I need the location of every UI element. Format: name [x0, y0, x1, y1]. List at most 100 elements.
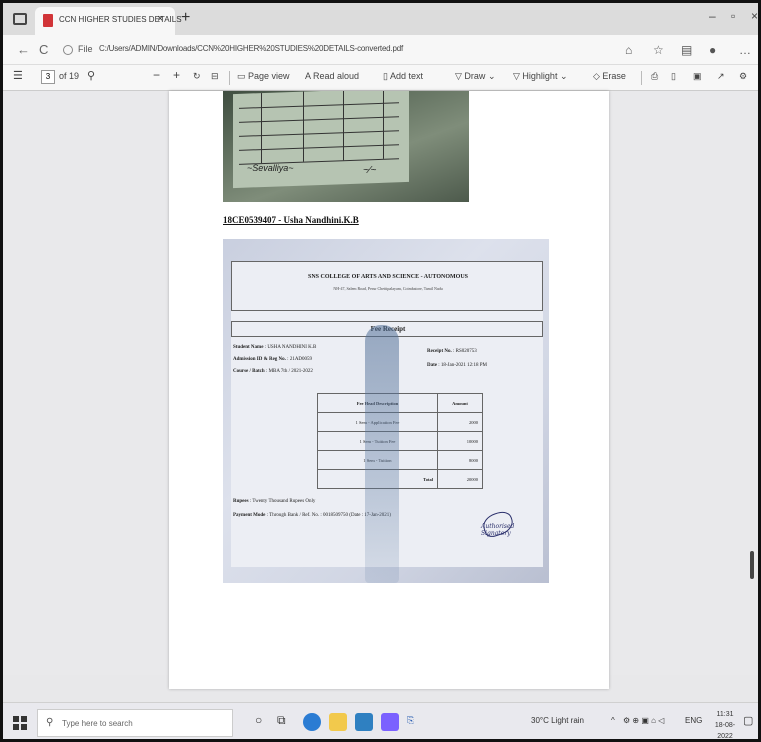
taskbar-search[interactable]: ⚲ Type here to search [37, 709, 233, 737]
field-value: Twenty Thousand Rupees Only [252, 499, 316, 504]
taskbar: ⚲ Type here to search ○ ⧉ ⎘ 30°C Light r… [3, 702, 758, 740]
pdf-toolbar: ☰ 3 of 19 ⚲ − + ↻ ⊟ ▭ Page view A Read a… [3, 65, 758, 91]
field-value: 18-Jan-2021 12:18 PM [440, 363, 488, 368]
field-value: MBA 7th / 2021-2022 [268, 369, 313, 374]
read-aloud-button[interactable]: A Read aloud [305, 71, 359, 81]
table-total-row: Total 20000 [317, 469, 483, 489]
table-row: 1 Sem - Tuition 8000 [317, 450, 483, 470]
clock-time: 11:31 [716, 711, 734, 718]
new-tab-button[interactable]: + [181, 9, 190, 27]
site-info-icon[interactable] [63, 45, 73, 55]
pdf-icon [43, 14, 53, 27]
cortana-icon[interactable]: ○ [255, 713, 262, 727]
profile-icon[interactable]: ● [709, 43, 716, 57]
course-field: Course / Batch : MBA 7th / 2021-2022 [233, 369, 313, 374]
page-view-label: Page view [248, 71, 290, 81]
student-heading: 18CE0539407 - Usha Nandhini.K.B [223, 215, 359, 225]
tab-close-button[interactable]: × [157, 13, 163, 25]
field-label: Course / Batch [233, 369, 265, 374]
close-window-button[interactable]: × [751, 9, 758, 23]
draw-button[interactable]: ▽ Draw ⌄ [455, 71, 495, 82]
notification-icon[interactable]: ▢ [743, 714, 753, 727]
clock-date: 18-08-2022 [714, 722, 736, 740]
handwritten-signature: ~Sevalliya~ [247, 163, 294, 173]
settings-icon[interactable]: ⚙ [739, 71, 747, 82]
scrollbar-thumb[interactable] [750, 551, 754, 579]
column-header: Amount [437, 393, 483, 413]
college-name: SNS COLLEGE OF ARTS AND SCIENCE - AUTONO… [308, 274, 468, 280]
fee-receipt-photo: SNS COLLEGE OF ARTS AND SCIENCE - AUTONO… [223, 239, 549, 583]
field-label: Rupees [233, 499, 249, 504]
windows-start-icon[interactable] [13, 716, 27, 730]
browser-tab[interactable]: CCN HIGHER STUDIES DETAILS × [35, 7, 182, 35]
language-indicator[interactable]: ENG [685, 716, 702, 725]
fee-amount: 8000 [437, 450, 483, 470]
total-amount: 20000 [437, 469, 483, 489]
contents-icon[interactable]: ☰ [13, 69, 23, 82]
handwritten-signature: ~⁄~ [363, 165, 377, 176]
zoom-in-button[interactable]: + [173, 68, 180, 82]
erase-button[interactable]: ◇ Erase [593, 71, 626, 82]
date-field: Date : 18-Jan-2021 12:18 PM [427, 363, 488, 368]
pdf-page: ~Sevalliya~ ~⁄~ 18CE0539407 - Usha Nandh… [169, 91, 609, 689]
system-tray-icons[interactable]: ⚙ ⊕ ▣ ⌂ ◁ [623, 716, 664, 725]
find-icon[interactable]: ⚲ [87, 69, 95, 82]
field-label: Date [427, 363, 437, 368]
save-icon[interactable]: ▣ [693, 71, 702, 82]
screen: CCN HIGHER STUDIES DETAILS × + – ▫ × ← C… [0, 0, 761, 742]
student-name-field: Student Name : USHA NANDHINI K.B [233, 345, 317, 350]
highlight-label: Highlight [522, 71, 558, 81]
authorised-signatory: Authorised Signatory [481, 523, 515, 537]
show-hidden-icons[interactable]: ^ [611, 716, 615, 725]
receipt-no-field: Receipt No. : RS020753 [427, 349, 477, 354]
weather-widget[interactable]: 30°C Light rain [531, 716, 584, 725]
collections-icon[interactable]: ▤ [681, 43, 692, 57]
page-total: of 19 [59, 71, 80, 81]
clock[interactable]: 11:31 18-08-2022 [711, 709, 739, 740]
page-view-button[interactable]: ▭ Page view [237, 71, 290, 82]
read-aloud-label: Read aloud [313, 71, 360, 81]
fit-page-icon[interactable]: ⊟ [211, 71, 219, 82]
page-number-input[interactable]: 3 [41, 70, 55, 84]
field-label: Payment Mode [233, 513, 266, 518]
tab-strip: CCN HIGHER STUDIES DETAILS × + – ▫ × [3, 3, 758, 35]
fee-amount: 2000 [437, 412, 483, 432]
more-options-icon[interactable]: … [739, 43, 751, 57]
pdf-viewer[interactable]: ~Sevalliya~ ~⁄~ 18CE0539407 - Usha Nandh… [3, 91, 758, 689]
zoom-out-button[interactable]: − [153, 68, 160, 82]
rupees-field: Rupees : Twenty Thousand Rupees Only [233, 499, 316, 504]
task-view-icon[interactable]: ⧉ [277, 713, 286, 728]
search-icon: ⚲ [46, 717, 54, 728]
refresh-button[interactable]: C [39, 42, 48, 57]
add-text-label: Add text [389, 71, 423, 81]
favorite-icon[interactable]: ☆ [653, 43, 664, 57]
tab-actions-icon[interactable] [13, 13, 27, 25]
read-aloud-icon[interactable]: ⌂ [625, 43, 632, 57]
rotate-icon[interactable]: ↻ [193, 71, 201, 82]
field-value: RS020753 [455, 349, 477, 354]
fee-amount: 10000 [437, 431, 483, 451]
back-button[interactable]: ← [17, 42, 30, 57]
store-app-icon[interactable] [355, 713, 373, 731]
edge-app-icon[interactable] [303, 713, 321, 731]
search-placeholder: Type here to search [62, 719, 133, 728]
highlight-button[interactable]: ▽ Highlight ⌄ [513, 71, 568, 82]
maximize-button[interactable]: ▫ [731, 9, 735, 23]
fee-table: Fee Head Description Amount 1 Sem - Appl… [317, 393, 483, 489]
field-value: USHA NANDHINI K.B [267, 345, 317, 350]
url-input[interactable]: C:/Users/ADMIN/Downloads/CCN%20HIGHER%20… [99, 44, 403, 53]
print-icon[interactable]: ⎙ [651, 71, 658, 82]
address-bar: ← C File C:/Users/ADMIN/Downloads/CCN%20… [3, 35, 758, 65]
table-header-row: Fee Head Description Amount [317, 393, 483, 413]
fit-width-icon[interactable]: ▯ [671, 71, 676, 82]
draw-label: Draw [464, 71, 486, 81]
save-as-icon[interactable]: ↗ [717, 71, 725, 82]
admission-field: Admission ID & Reg No. : 21AD0059 [233, 357, 313, 362]
pinned-app-icon[interactable]: ⎘ [407, 715, 414, 726]
field-label: Admission ID & Reg No. [233, 357, 286, 362]
minimize-button[interactable]: – [709, 9, 716, 23]
table-row: 1 Sem - Tuition Fee 10000 [317, 431, 483, 451]
add-text-button[interactable]: ▯ Add text [383, 71, 423, 82]
app-icon[interactable] [381, 713, 399, 731]
file-explorer-icon[interactable] [329, 713, 347, 731]
